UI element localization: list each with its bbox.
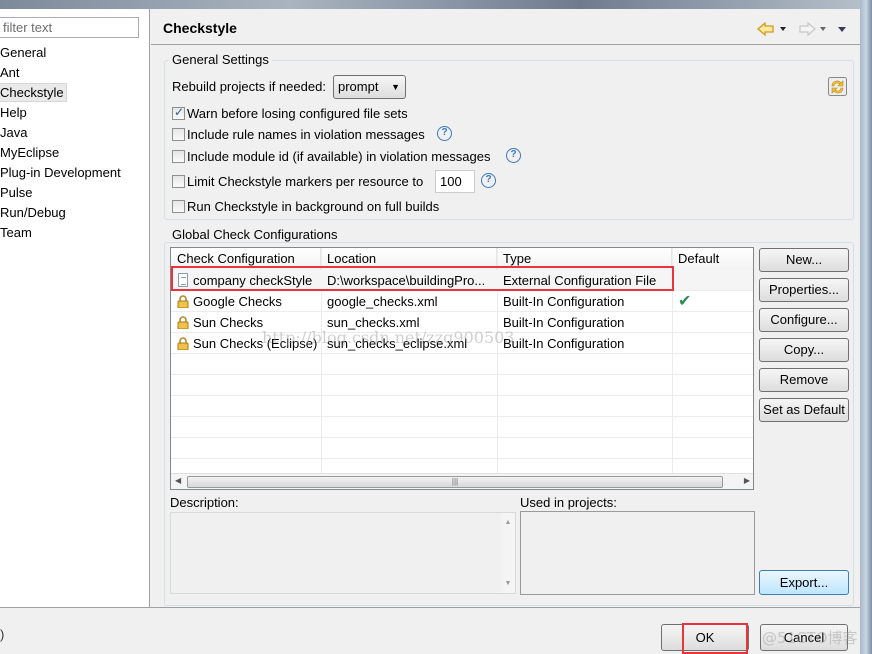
configure-button[interactable]: Configure...	[759, 308, 849, 332]
checkbox[interactable]	[172, 175, 185, 188]
set-as-default-button[interactable]: Set as Default	[759, 398, 849, 422]
checkbox[interactable]	[172, 150, 185, 163]
cell-location: google_checks.xml	[327, 294, 438, 309]
forward-menu-icon[interactable]	[820, 27, 826, 31]
highlight-box	[171, 266, 674, 291]
scrollbar-thumb[interactable]: |||	[187, 476, 723, 488]
group-title: General Settings	[169, 52, 272, 67]
help-icon[interactable]: ?	[437, 126, 452, 141]
table-row[interactable]	[171, 354, 753, 375]
tree-item[interactable]: Run/Debug	[0, 203, 68, 222]
new-button[interactable]: New...	[759, 248, 849, 272]
window-title-bar	[0, 0, 872, 9]
table-row[interactable]	[171, 396, 753, 417]
column-header[interactable]: Default	[672, 248, 753, 270]
chevron-down-icon: ▼	[391, 82, 400, 92]
divider	[151, 44, 860, 45]
export-button[interactable]: Export...	[759, 570, 849, 595]
option-label: Run Checkstyle in background on full bui…	[187, 199, 440, 214]
tree-item[interactable]: Pulse	[0, 183, 35, 202]
group-title: Global Check Configurations	[169, 227, 341, 242]
tree-item[interactable]: Help	[0, 103, 29, 122]
used-in-projects-list[interactable]	[520, 511, 755, 595]
cell-type: Built-In Configuration	[503, 336, 625, 351]
filter-input[interactable]: filter text	[0, 17, 139, 38]
back-arrow-icon[interactable]	[757, 21, 774, 37]
window-border	[860, 0, 872, 654]
option-label: Warn before losing configured file sets	[187, 106, 408, 121]
checkbox[interactable]	[172, 200, 185, 213]
tree-item[interactable]: Java	[0, 123, 29, 142]
default-check-icon: ✔	[678, 293, 692, 310]
checkbox[interactable]	[172, 105, 185, 120]
page-navigation	[757, 21, 846, 37]
tree-item[interactable]: Team	[0, 223, 34, 242]
back-menu-icon[interactable]	[780, 27, 786, 31]
table-row[interactable]: Google Checks google_checks.xml Built-In C…	[171, 291, 753, 312]
table-row[interactable]	[171, 438, 753, 459]
option-label: Limit Checkstyle markers per resource to	[187, 174, 424, 189]
cancel-button[interactable]: Cancel	[760, 624, 848, 651]
tree-item[interactable]: Plug-in Development	[0, 163, 123, 182]
option-label: Include module id (if available) in viol…	[187, 149, 491, 164]
option-label: Include rule names in violation messages	[187, 127, 425, 142]
rebuild-label: Rebuild projects if needed:	[172, 79, 326, 94]
horizontal-scrollbar[interactable]: ◀ ||| ▶	[171, 473, 753, 489]
cell-location: sun_checks.xml	[327, 315, 420, 330]
copy-button[interactable]: Copy...	[759, 338, 849, 362]
forward-arrow-icon[interactable]	[799, 21, 816, 37]
cell-name: Google Checks	[193, 294, 282, 309]
cell-location: sun_checks_eclipse.xml	[327, 336, 468, 351]
page-title: Checkstyle	[163, 20, 237, 36]
table-row[interactable]: Sun Checks (Eclipse) sun_checks_eclipse.x…	[171, 333, 753, 354]
remove-button[interactable]: Remove	[759, 368, 849, 392]
limit-markers-input[interactable]: 100	[435, 170, 475, 193]
view-menu-icon[interactable]	[838, 27, 846, 32]
rebuild-select[interactable]: prompt ▼	[333, 75, 406, 99]
table-row[interactable]: Sun Checks sun_checks.xml Built-In Configu…	[171, 312, 753, 333]
cell-type: Built-In Configuration	[503, 294, 625, 309]
tree-item[interactable]: MyEclipse	[0, 143, 61, 162]
cell-type: Built-In Configuration	[503, 315, 625, 330]
help-icon[interactable]: ?	[506, 148, 521, 163]
help-icon-partial[interactable]: )	[0, 627, 4, 642]
properties-button[interactable]: Properties...	[759, 278, 849, 302]
description-label: Description:	[170, 495, 239, 510]
help-icon[interactable]: ?	[481, 173, 496, 188]
tree-item[interactable]: Ant	[0, 63, 22, 82]
refresh-icon[interactable]	[828, 77, 848, 97]
checkbox[interactable]	[172, 128, 185, 141]
used-in-projects-label: Used in projects:	[520, 495, 617, 510]
description-textarea[interactable]: ▲ ▼	[170, 512, 516, 594]
scroll-right-icon[interactable]: ▶	[744, 476, 750, 485]
tree-item[interactable]: General	[0, 43, 48, 62]
table-row[interactable]	[171, 417, 753, 438]
highlight-box	[682, 623, 748, 654]
tree-item[interactable]: Checkstyle	[0, 83, 67, 102]
cell-name: Sun Checks	[193, 315, 264, 330]
table-row[interactable]	[171, 375, 753, 396]
scroll-left-icon[interactable]: ◀	[175, 476, 181, 485]
vertical-scrollbar[interactable]: ▲ ▼	[501, 513, 515, 593]
divider	[0, 607, 860, 608]
rebuild-select-value: prompt	[338, 79, 379, 94]
cell-name: Sun Checks (Eclipse)	[193, 336, 318, 351]
